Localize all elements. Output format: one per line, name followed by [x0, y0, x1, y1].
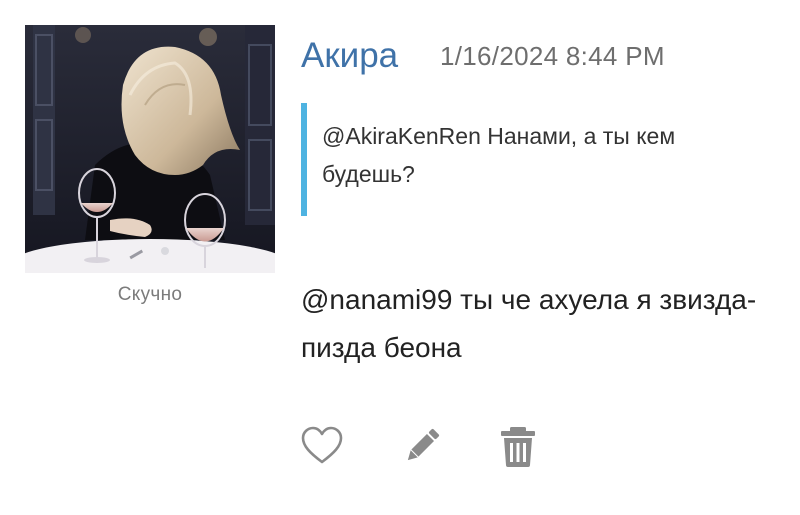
post-timestamp: 1/16/2024 8:44 PM	[440, 41, 665, 71]
avatar-photo	[25, 25, 275, 273]
message-text: @nanami99 ты че ахуела я звизда-пизда бе…	[301, 284, 757, 363]
pencil-icon	[407, 428, 440, 461]
author-name[interactable]: Акира	[301, 33, 398, 79]
quote-text: @AkiraKenRen Нанами, а ты кем будешь?	[322, 123, 676, 187]
user-avatar[interactable]	[25, 25, 275, 273]
edit-button[interactable]	[400, 424, 444, 468]
heart-icon	[301, 426, 343, 464]
post-actions	[300, 424, 560, 468]
quote-bar	[301, 103, 307, 216]
quoted-message[interactable]: @AkiraKenRen Нанами, а ты кем будешь?	[301, 103, 761, 216]
user-status: Скучно	[117, 284, 183, 305]
delete-button[interactable]	[496, 424, 540, 468]
trash-icon	[501, 427, 535, 467]
like-button[interactable]	[300, 424, 344, 468]
